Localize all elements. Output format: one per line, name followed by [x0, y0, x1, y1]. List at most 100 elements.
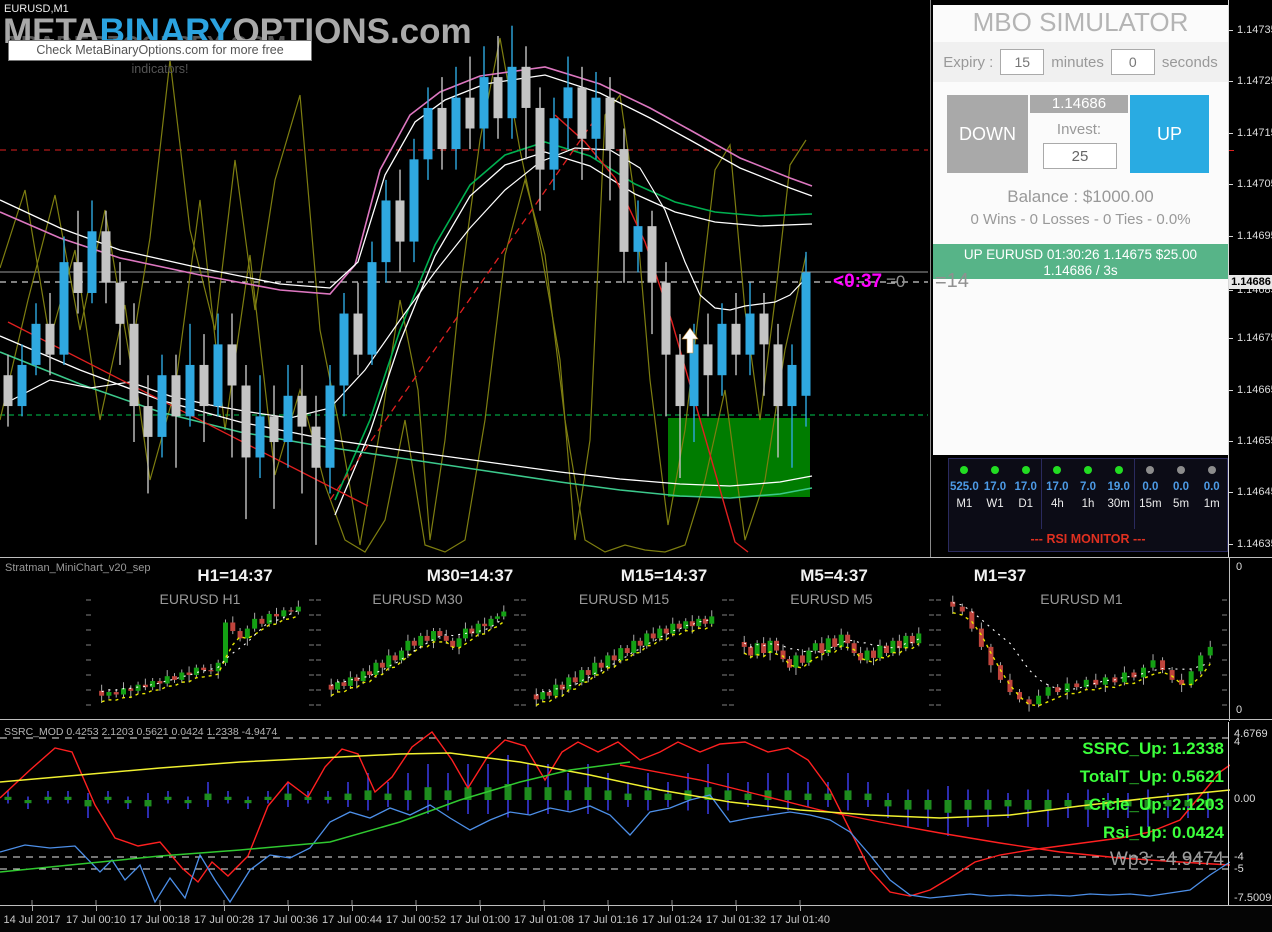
time-axis-label: 17 Jul 00:28 — [194, 914, 254, 926]
mt4-window: TRADERTOOLSFX.COM METABINARYOPTIONS.com … — [0, 0, 1272, 932]
rsi-timeframe-label: 15m — [1139, 498, 1162, 510]
time-axis-tick — [288, 906, 289, 911]
price-axis-tick — [1229, 81, 1233, 82]
balance-readout: Balance : $1000.00 — [1007, 187, 1154, 206]
minutes-label: minutes — [1051, 53, 1104, 71]
price-axis-tick — [1229, 441, 1233, 442]
mini-charts-panel: Stratman_MiniChart_v20_sep H1=14:37 M30=1… — [0, 557, 1272, 721]
rsi-value: 525.0 — [949, 481, 979, 493]
rsi-column-4h: 17.0 4h — [1041, 459, 1073, 529]
price-axis-label: 1.14725 — [1237, 75, 1272, 87]
up-button[interactable]: UP — [1130, 95, 1209, 173]
time-axis-tick — [480, 906, 481, 911]
rsi-status-dot — [1114, 466, 1123, 474]
mini-candles-layer — [533, 610, 715, 707]
time-axis-tick — [160, 906, 161, 911]
expiry-label: Expiry : — [943, 53, 994, 71]
mbo-simulator-panel: MBO SIMULATOR Expiry : minutes seconds D… — [933, 5, 1228, 455]
trade-line-2: 1.14686 / 3s — [1043, 263, 1118, 278]
price-axis-tick — [1229, 390, 1233, 391]
expiry-minutes-input[interactable] — [1000, 49, 1045, 75]
seconds-label: seconds — [1161, 53, 1218, 71]
rsi-timeframe-label: 1h — [1081, 498, 1095, 510]
rsi-value: 17.0 — [983, 481, 1007, 493]
time-axis[interactable]: 14 Jul 2017 17 Jul 00:10 17 Jul 00:18 17 Ju… — [0, 905, 1272, 932]
mini-chart-canvas — [729, 599, 934, 706]
rsi-column-5m: 0.0 5m — [1166, 459, 1197, 529]
time-axis-label: 17 Jul 01:00 — [450, 914, 510, 926]
ssrc-label-ssrc_up: SSRC_Up: 1.2338 — [1082, 739, 1224, 758]
main-chart-canvas — [0, 25, 928, 553]
time-axis-label: 17 Jul 00:10 — [66, 914, 126, 926]
panel-separator — [930, 0, 931, 557]
rsi-column-m1: 525.0 M1 — [949, 459, 980, 529]
price-axis-label: 1.14665 — [1237, 384, 1272, 396]
mini-candles-layer — [99, 600, 301, 704]
rsi-timeframe-label: 30m — [1107, 498, 1130, 510]
mini-chart-eurusd-h1: EURUSD H1 — [85, 558, 315, 721]
ssrc-axis-label: 4 — [1234, 736, 1241, 748]
time-axis-label: 17 Jul 00:52 — [386, 914, 446, 926]
price-axis-tick — [1229, 544, 1233, 545]
alert-level-tick — [1229, 150, 1234, 151]
ssrc-axis[interactable]: 4.6769 4 0.00 -4 -5 -7.5009 — [1228, 722, 1272, 905]
ssrc-label-rsi_up: Rsi_Up: 0.0424 — [1103, 823, 1224, 842]
rsi-timeframe-label: M1 — [956, 498, 973, 510]
win-loss-stats: 0 Wins - 0 Losses - 0 Ties - 0.0% — [970, 211, 1191, 228]
mini-chart-canvas — [316, 599, 519, 706]
histogram-layer — [4, 755, 1212, 836]
expiry-countdown-label: <0:37 — [833, 271, 883, 292]
price-axis[interactable]: 1.14735 1.14725 1.14715 1.14705 1.14695 1.146… — [1228, 0, 1272, 557]
time-axis-tick — [736, 906, 737, 911]
mini-axis-zero-bottom: 0 — [1236, 704, 1243, 716]
symbol-timeframe-label: EURUSD,M1 — [4, 3, 69, 15]
time-axis-tick — [352, 906, 353, 911]
mini-candles-layer — [328, 605, 507, 697]
chart-tag-zero: =0 — [886, 272, 906, 291]
time-axis-tick — [96, 906, 97, 911]
invest-amount-input[interactable] — [1043, 143, 1117, 169]
ssrc-label-cicle_up: Cicle_Up: 2.1203 — [1088, 795, 1224, 814]
ssrc-axis-label: 0.00 — [1234, 793, 1256, 805]
expiry-seconds-input[interactable] — [1110, 49, 1155, 75]
rsi-value: 0.0 — [1203, 481, 1220, 493]
price-axis-tick — [1229, 492, 1233, 493]
rsi-status-dot — [960, 466, 969, 474]
wpr-red — [0, 731, 1230, 897]
time-axis-label: 17 Jul 01:40 — [770, 914, 830, 926]
price-axis-tick — [1229, 184, 1233, 185]
down-button[interactable]: DOWN — [947, 95, 1028, 173]
ssrc-axis-label: -4 — [1234, 851, 1244, 863]
price-axis-tick — [1229, 236, 1233, 237]
price-axis-label: 1.14715 — [1237, 127, 1272, 139]
time-axis-tick — [800, 906, 801, 911]
current-price-label: 1.14686 — [1229, 275, 1272, 289]
mini-chart-canvas — [936, 595, 1227, 712]
rsi-column-30m: 19.0 30m — [1103, 459, 1134, 529]
rsi-status-dot — [1207, 466, 1216, 474]
time-axis-tick — [672, 906, 673, 911]
price-axis-tick — [1229, 338, 1233, 339]
ssrc-label-totalt_up: TotalT_Up: 0.5621 — [1079, 767, 1224, 786]
ssrc-label-wp3: Wp3: -4.9474 — [1109, 849, 1224, 870]
rsi-value: 7.0 — [1080, 481, 1097, 493]
price-axis-label: 1.14635 — [1237, 538, 1272, 550]
price-axis-label: 1.14655 — [1237, 435, 1272, 447]
time-axis-label: 17 Jul 01:24 — [642, 914, 702, 926]
mini-candles-layer — [741, 627, 922, 675]
mini-chart-canvas — [521, 599, 727, 707]
chart-tag-14: =14 — [935, 270, 969, 292]
mini-chart-eurusd-m15: EURUSD M15 — [520, 558, 728, 721]
ssrc-axis-label: -5 — [1234, 863, 1244, 875]
mini-chart-canvas — [86, 599, 314, 706]
rsi-column-w1: 17.0 W1 — [980, 459, 1011, 529]
main-price-chart[interactable]: TRADERTOOLSFX.COM METABINARYOPTIONS.com … — [0, 0, 930, 557]
time-axis-label: 17 Jul 00:44 — [322, 914, 382, 926]
mini-axis-zero-top: 0 — [1236, 561, 1243, 573]
price-axis-label: 1.14695 — [1237, 230, 1272, 242]
simulator-title: MBO SIMULATOR — [972, 7, 1189, 37]
price-axis-label: 1.14705 — [1237, 178, 1272, 190]
rsi-status-dot — [991, 466, 999, 474]
time-axis-tick — [224, 906, 225, 911]
time-axis-tick — [416, 906, 417, 911]
